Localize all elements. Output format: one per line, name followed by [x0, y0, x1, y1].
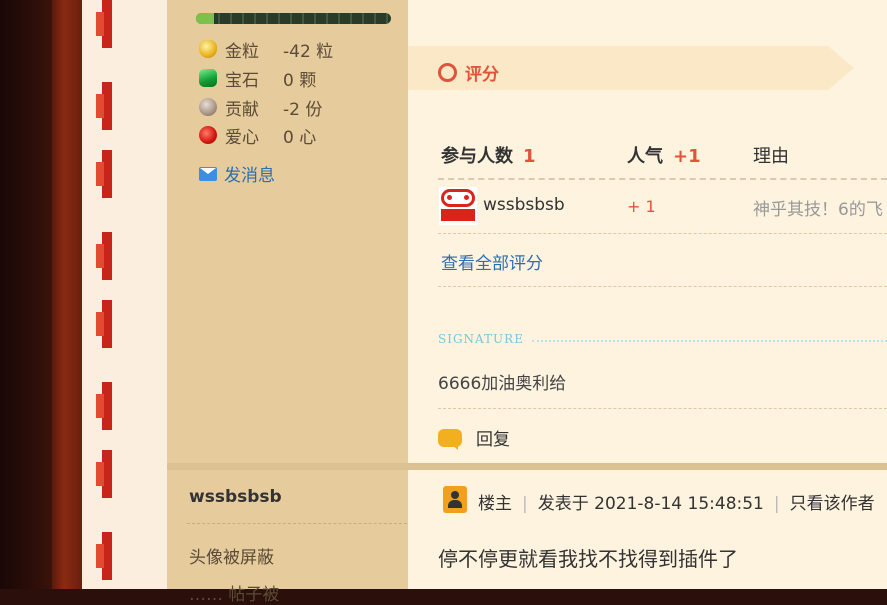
pixel-ornament — [96, 450, 118, 498]
send-message-link[interactable]: 发消息 — [199, 161, 275, 186]
pixel-ornament — [96, 532, 118, 580]
thread-owner-label: 楼主 — [478, 494, 512, 514]
pixel-ornament — [96, 82, 118, 130]
speech-bubble-icon — [438, 428, 462, 450]
pixel-ornament — [96, 150, 118, 198]
reply-label: 回复 — [476, 430, 510, 450]
signature-dotted-line — [532, 340, 887, 342]
stat-gem: 宝石 0 颗 — [199, 67, 317, 91]
gem-icon — [199, 69, 217, 87]
stat-value: -42 粒 — [283, 41, 334, 62]
only-author-link[interactable]: 只看该作者 — [790, 494, 875, 514]
column-popularity: 人气 +1 — [627, 142, 701, 168]
stat-value: -2 份 — [283, 99, 323, 120]
ring-icon — [438, 63, 457, 82]
participants-count: 1 — [523, 146, 536, 167]
reply-button[interactable]: 回复 — [438, 425, 510, 450]
column-reason: 理由 — [753, 142, 789, 168]
posted-prefix: 发表于 — [537, 494, 589, 514]
post2-content: 楼主 | 发表于 2021-8-14 15:48:51 | 只看该作者 停不停更就看我找… — [408, 470, 887, 589]
reason-label: 理由 — [753, 146, 789, 167]
send-message-label: 发消息 — [224, 166, 275, 186]
pixel-ornament — [96, 232, 118, 280]
stat-label: 爱心 — [225, 127, 259, 148]
post2-sidebar-divider — [187, 523, 407, 524]
popularity-label: 人气 — [627, 146, 663, 167]
rater-score: + 1 — [627, 197, 656, 216]
rating-title-text: 评分 — [465, 65, 499, 85]
stat-label: 贡献 — [225, 99, 259, 120]
post2-author-name[interactable]: wssbsbsb — [189, 487, 282, 507]
stat-value: 0 心 — [283, 127, 317, 148]
rater-avatar[interactable] — [439, 187, 477, 225]
popularity-value: +1 — [673, 146, 701, 167]
post2-more-text: …… 帖子被 — [189, 585, 280, 605]
post2-meta: 楼主 | 发表于 2021-8-14 15:48:51 | 只看该作者 — [478, 494, 875, 514]
experience-bar-fill — [196, 13, 214, 24]
gold-coin-icon — [199, 40, 217, 58]
column-participants: 参与人数 1 — [441, 142, 536, 168]
post-separator — [167, 463, 887, 470]
rating-title: 评分 — [438, 60, 499, 85]
rater-reason: 神乎其技！6的飞 — [753, 200, 883, 220]
thread-owner-icon — [443, 486, 467, 513]
post2-body: 停不停更就看我找不找得到插件了 — [438, 547, 738, 571]
mail-icon — [199, 166, 217, 181]
rating-row-divider — [438, 233, 887, 234]
page-background-left — [0, 0, 52, 589]
experience-bar — [196, 13, 391, 24]
view-all-ratings-link[interactable]: 查看全部评分 — [441, 249, 543, 274]
rating-footer-divider — [438, 286, 887, 287]
stat-contribution: 贡献 -2 份 — [199, 96, 323, 120]
page-border-band — [52, 0, 82, 589]
post2-author-sidebar: wssbsbsb 头像被屏蔽 …… 帖子被 — [167, 470, 408, 605]
signature-text: 6666加油奥利给 — [438, 374, 567, 394]
pixel-decoration-column — [82, 0, 167, 589]
rating-header-divider — [438, 178, 887, 180]
posted-time: 2021-8-14 15:48:51 — [594, 494, 764, 514]
signature-label: SIGNATURE — [438, 332, 524, 346]
pixel-ornament — [96, 300, 118, 348]
rater-username-link[interactable]: wssbsbsb — [483, 195, 565, 215]
stat-gold: 金粒 -42 粒 — [199, 38, 334, 62]
signature-divider — [438, 408, 887, 409]
participants-label: 参与人数 — [441, 146, 513, 167]
post2-avatar-hidden: 头像被屏蔽 — [189, 548, 274, 568]
stat-love: 爱心 0 心 — [199, 124, 317, 148]
pixel-ornament — [96, 0, 118, 48]
pixel-ornament — [96, 382, 118, 430]
stat-value: 0 颗 — [283, 70, 317, 91]
contribution-icon — [199, 98, 217, 116]
stat-label: 宝石 — [225, 70, 259, 91]
heart-apple-icon — [199, 126, 217, 144]
stat-label: 金粒 — [225, 41, 259, 62]
